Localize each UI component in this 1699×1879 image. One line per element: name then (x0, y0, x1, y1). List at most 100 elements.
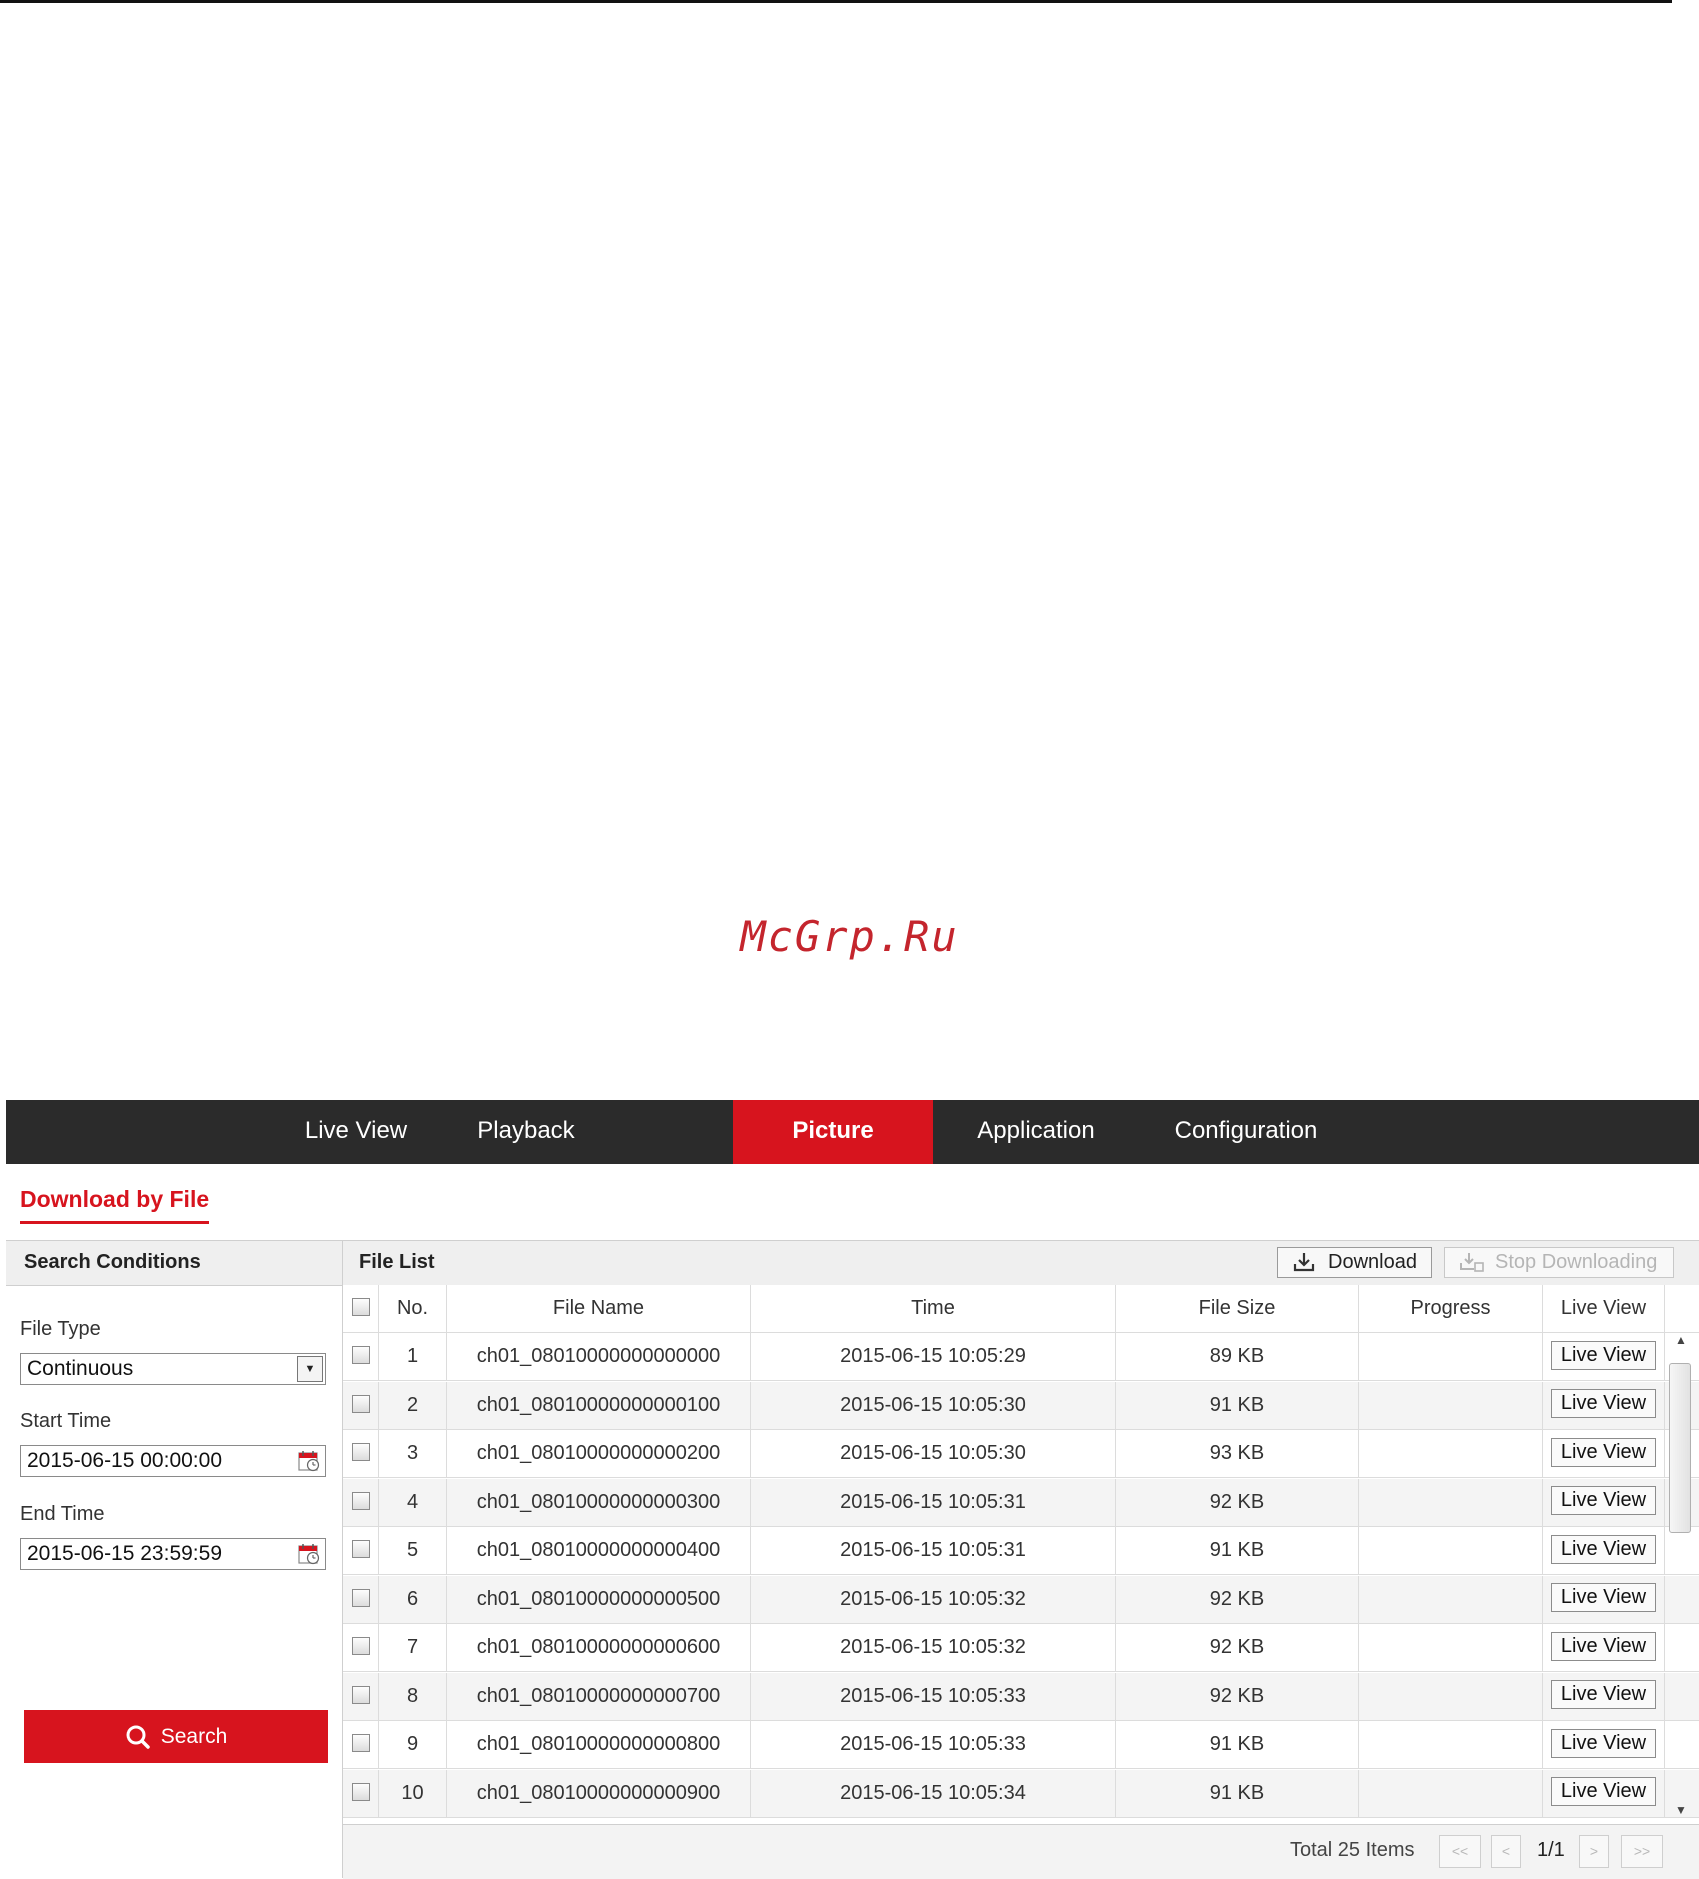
row-select-cell (343, 1527, 379, 1574)
table-row[interactable]: 7 ch01_08010000000000600 2015-06-15 10:05:… (343, 1624, 1699, 1672)
row-live-view: Live View (1543, 1333, 1665, 1380)
row-select-cell (343, 1430, 379, 1477)
file-list-title: File List (359, 1251, 435, 1273)
live-view-button[interactable]: Live View (1550, 1389, 1657, 1419)
row-file-name: ch01_08010000000000600 (447, 1624, 751, 1671)
col-file-size: File Size (1116, 1285, 1359, 1332)
row-number: 2 (379, 1381, 447, 1429)
select-all-checkbox[interactable] (351, 1298, 370, 1317)
row-number: 1 (379, 1333, 447, 1380)
table-header-row: No. File Name Time File Size Progress Li… (343, 1285, 1699, 1333)
row-number: 4 (379, 1478, 447, 1526)
table-row[interactable]: 2 ch01_08010000000000100 2015-06-15 10:05:… (343, 1381, 1699, 1430)
live-view-button[interactable]: Live View (1550, 1631, 1657, 1661)
prev-page-button[interactable]: < (1491, 1835, 1521, 1868)
table-row[interactable]: 3 ch01_08010000000000200 2015-06-15 10:05:… (343, 1430, 1699, 1478)
total-items: Total 25 Items (1290, 1839, 1415, 1861)
row-time: 2015-06-15 10:05:34 (751, 1769, 1116, 1817)
file-list-panel: File List Download Stop Downloading No. … (343, 1240, 1699, 1879)
end-time-input[interactable]: 2015-06-15 23:59:59 (20, 1538, 326, 1570)
next-page-button[interactable]: > (1579, 1835, 1609, 1868)
table-row[interactable]: 6 ch01_08010000000000500 2015-06-15 10:05:… (343, 1575, 1699, 1624)
file-type-label: File Type (20, 1318, 101, 1340)
row-checkbox[interactable] (351, 1782, 370, 1801)
row-time: 2015-06-15 10:05:33 (751, 1672, 1116, 1720)
table-scrollbar[interactable]: ▲ ▼ (1666, 1333, 1696, 1823)
stop-downloading-button[interactable]: Stop Downloading (1444, 1247, 1674, 1278)
live-view-button[interactable]: Live View (1550, 1340, 1657, 1370)
row-select-cell (343, 1333, 379, 1380)
scroll-down-icon[interactable]: ▼ (1672, 1803, 1690, 1819)
start-time-input[interactable]: 2015-06-15 00:00:00 (20, 1445, 326, 1477)
row-time: 2015-06-15 10:05:30 (751, 1381, 1116, 1429)
first-page-button[interactable]: << (1439, 1835, 1481, 1868)
download-label: Download (1328, 1251, 1417, 1273)
download-button[interactable]: Download (1277, 1247, 1432, 1278)
row-checkbox[interactable] (351, 1685, 370, 1704)
nav-configuration[interactable]: Configuration (1151, 1100, 1341, 1164)
tab-download-by-file[interactable]: Download by File (20, 1186, 210, 1224)
calendar-icon[interactable] (297, 1542, 321, 1566)
row-select-cell (343, 1624, 379, 1671)
row-file-size: 92 KB (1116, 1672, 1359, 1720)
search-button[interactable]: Search (24, 1710, 328, 1763)
row-progress (1359, 1721, 1543, 1768)
row-progress (1359, 1769, 1543, 1817)
row-progress (1359, 1672, 1543, 1720)
live-view-button[interactable]: Live View (1550, 1486, 1657, 1516)
col-time: Time (751, 1285, 1116, 1332)
nav-application[interactable]: Application (961, 1100, 1111, 1164)
table-row[interactable]: 9 ch01_08010000000000800 2015-06-15 10:05:… (343, 1721, 1699, 1769)
live-view-button[interactable]: Live View (1550, 1777, 1657, 1807)
row-checkbox[interactable] (351, 1394, 370, 1413)
row-file-name: ch01_08010000000000700 (447, 1672, 751, 1720)
chevron-down-icon[interactable]: ▼ (297, 1356, 323, 1382)
top-navbar: Live View Playback Picture Application C… (6, 1100, 1699, 1164)
row-checkbox[interactable] (351, 1637, 370, 1656)
row-progress (1359, 1381, 1543, 1429)
table-row[interactable]: 8 ch01_08010000000000700 2015-06-15 10:05:… (343, 1672, 1699, 1721)
nav-picture[interactable]: Picture (733, 1100, 933, 1164)
row-checkbox[interactable] (351, 1443, 370, 1462)
row-number: 9 (379, 1721, 447, 1768)
row-file-size: 92 KB (1116, 1624, 1359, 1671)
row-time: 2015-06-15 10:05:33 (751, 1721, 1116, 1768)
col-no: No. (379, 1285, 447, 1332)
file-type-select[interactable]: Continuous ▼ (20, 1353, 326, 1385)
table-row[interactable]: 5 ch01_08010000000000400 2015-06-15 10:05:… (343, 1527, 1699, 1575)
scroll-thumb[interactable] (1669, 1363, 1691, 1533)
row-number: 6 (379, 1575, 447, 1623)
row-progress (1359, 1527, 1543, 1574)
table-row[interactable]: 1 ch01_08010000000000000 2015-06-15 10:05:… (343, 1333, 1699, 1381)
row-live-view: Live View (1543, 1381, 1665, 1429)
nav-live-view[interactable]: Live View (286, 1100, 426, 1164)
row-checkbox[interactable] (351, 1491, 370, 1510)
stop-download-icon (1460, 1253, 1484, 1272)
live-view-button[interactable]: Live View (1550, 1680, 1657, 1710)
web-app: Live View Playback Picture Application C… (6, 1100, 1699, 1879)
table-row[interactable]: 10 ch01_08010000000000900 2015-06-15 10:05… (343, 1769, 1699, 1818)
row-number: 8 (379, 1672, 447, 1720)
row-file-name: ch01_08010000000000100 (447, 1381, 751, 1429)
row-checkbox[interactable] (351, 1734, 370, 1753)
file-list-header: File List Download Stop Downloading (343, 1240, 1699, 1286)
top-rule (0, 0, 1672, 3)
row-checkbox[interactable] (351, 1540, 370, 1559)
live-view-button[interactable]: Live View (1550, 1437, 1657, 1467)
nav-playback[interactable]: Playback (456, 1100, 596, 1164)
end-time-label: End Time (20, 1503, 105, 1525)
calendar-icon[interactable] (297, 1449, 321, 1473)
live-view-button[interactable]: Live View (1550, 1534, 1657, 1564)
row-select-cell (343, 1575, 379, 1623)
row-progress (1359, 1478, 1543, 1526)
last-page-button[interactable]: >> (1621, 1835, 1663, 1868)
live-view-button[interactable]: Live View (1550, 1583, 1657, 1613)
row-checkbox[interactable] (351, 1346, 370, 1365)
row-checkbox[interactable] (351, 1588, 370, 1607)
table-row[interactable]: 4 ch01_08010000000000300 2015-06-15 10:05:… (343, 1478, 1699, 1527)
scroll-up-icon[interactable]: ▲ (1672, 1333, 1690, 1349)
live-view-button[interactable]: Live View (1550, 1728, 1657, 1758)
row-file-name: ch01_08010000000000300 (447, 1478, 751, 1526)
row-file-size: 93 KB (1116, 1430, 1359, 1477)
file-type-value: Continuous (27, 1357, 134, 1380)
